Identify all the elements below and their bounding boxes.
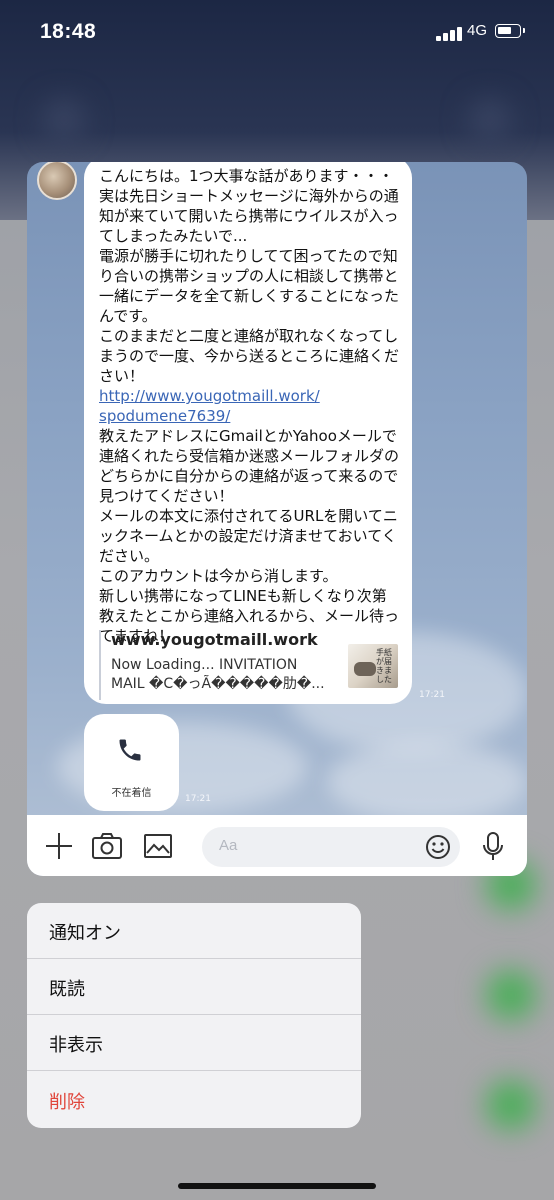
message-time: 17:21	[419, 690, 445, 700]
link-preview-thumbnail: 手紙が届きました	[348, 644, 398, 688]
message-input-placeholder: Aa	[219, 837, 238, 854]
emoji-icon[interactable]	[425, 834, 451, 860]
menu-item-label: 非表示	[49, 1035, 103, 1056]
menu-item-label: 通知オン	[49, 923, 121, 944]
avatar[interactable]	[37, 162, 77, 200]
menu-item-notifications-on[interactable]: 通知オン	[27, 903, 361, 959]
network-type: 4G	[467, 22, 488, 39]
link-preview-description: Now Loading... INVITATION MAIL �C�っÃ����…	[111, 657, 325, 692]
blurred-icon	[44, 100, 84, 140]
missed-call-label: 不在着信	[111, 788, 152, 799]
blurred-icon	[470, 100, 510, 140]
menu-item-mark-read[interactable]: 既読	[27, 959, 361, 1015]
link-preview[interactable]: www.yougotmaill.work Now Loading... INVI…	[99, 630, 398, 700]
status-bar: 18:48 4G	[0, 0, 554, 66]
microphone-icon[interactable]	[481, 831, 505, 863]
menu-item-label: 既読	[49, 979, 85, 1000]
phone-icon	[119, 739, 141, 761]
image-icon[interactable]	[143, 831, 173, 861]
message-text: こんにちは。1つ大事な話があります・・・実は先日ショートメッセージに海外からの通…	[99, 166, 399, 646]
signal-icon	[436, 25, 462, 41]
battery-icon	[495, 24, 525, 38]
blurred-badge	[486, 1080, 536, 1130]
status-time: 18:48	[40, 20, 97, 43]
missed-call-bubble[interactable]: 不在着信	[84, 714, 179, 811]
menu-item-label: 削除	[49, 1092, 85, 1113]
message-input[interactable]: Aa	[202, 827, 460, 867]
message-body-2: 教えたアドレスにGmailとかYahooメールで連絡くれたら受信箱か迷惑メールフ…	[99, 427, 400, 645]
menu-item-hide[interactable]: 非表示	[27, 1015, 361, 1071]
chat-preview[interactable]: こんにちは。1つ大事な話があります・・・実は先日ショートメッセージに海外からの通…	[27, 162, 527, 876]
home-indicator[interactable]	[178, 1183, 376, 1189]
blurred-badge	[486, 970, 536, 1020]
link-preview-domain: www.yougotmaill.work	[111, 630, 318, 649]
message-input-bar: Aa	[27, 815, 527, 876]
thumbnail-text: 手紙が届きました	[376, 648, 392, 684]
message-link[interactable]: http://www.yougotmaill.work/ spodumene76…	[99, 387, 320, 425]
plus-icon[interactable]	[44, 831, 74, 861]
menu-item-delete[interactable]: 削除	[27, 1072, 361, 1128]
camera-icon[interactable]	[91, 831, 123, 861]
message-body: こんにちは。1つ大事な話があります・・・実は先日ショートメッセージに海外からの通…	[99, 167, 400, 385]
context-menu: 通知オン 既読 非表示 削除	[27, 903, 361, 1128]
missed-call-time: 17:21	[185, 794, 211, 804]
